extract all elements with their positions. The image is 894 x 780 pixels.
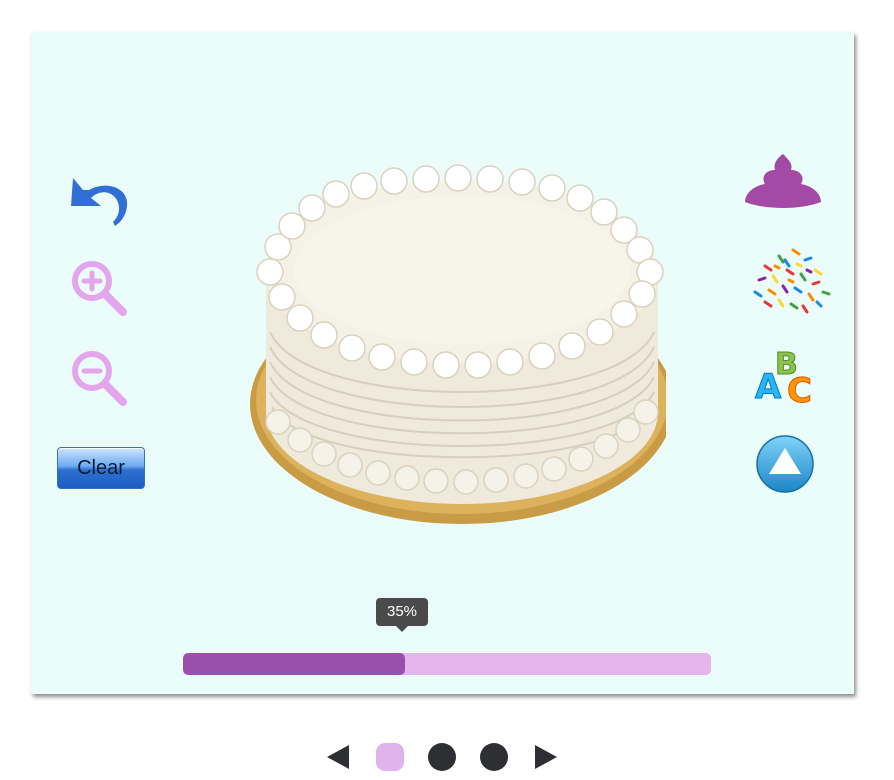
zoom-in-button[interactable] <box>69 258 129 318</box>
next-page-button[interactable] <box>533 743 559 776</box>
tooltip-arrow <box>396 626 408 632</box>
zoom-in-icon <box>72 261 127 316</box>
sprinkles-icon <box>753 248 831 314</box>
progress-fill <box>183 653 405 675</box>
undo-button[interactable] <box>67 172 131 232</box>
prev-page-button[interactable] <box>325 743 351 776</box>
cake-image <box>226 122 674 602</box>
frosting-swirl-icon <box>745 154 821 208</box>
page-dot-3[interactable] <box>480 743 508 771</box>
next-arrow-icon <box>535 745 557 769</box>
progress-tooltip: 35% <box>376 598 428 626</box>
sprinkles-button[interactable] <box>745 236 835 320</box>
frosting-button[interactable] <box>741 150 825 210</box>
prev-arrow-icon <box>327 745 349 769</box>
clear-button[interactable]: Clear <box>57 447 145 489</box>
page-dot-1[interactable] <box>376 743 404 771</box>
zoom-out-icon <box>72 351 127 406</box>
page-dot-2[interactable] <box>428 743 456 771</box>
zoom-out-button[interactable] <box>69 348 129 408</box>
up-arrow-button[interactable] <box>755 434 815 494</box>
page-navigator <box>0 735 894 779</box>
letters-button[interactable]: A B C <box>753 340 821 412</box>
svg-text:C: C <box>787 371 812 406</box>
abc-letters-icon: A B C <box>755 347 813 412</box>
up-arrow-icon <box>756 435 814 493</box>
white-frosted-cake-image <box>250 164 674 524</box>
design-panel: Clear A B C 35% <box>31 32 854 694</box>
undo-arrow-icon <box>71 178 128 226</box>
progress-slider[interactable] <box>183 653 711 675</box>
